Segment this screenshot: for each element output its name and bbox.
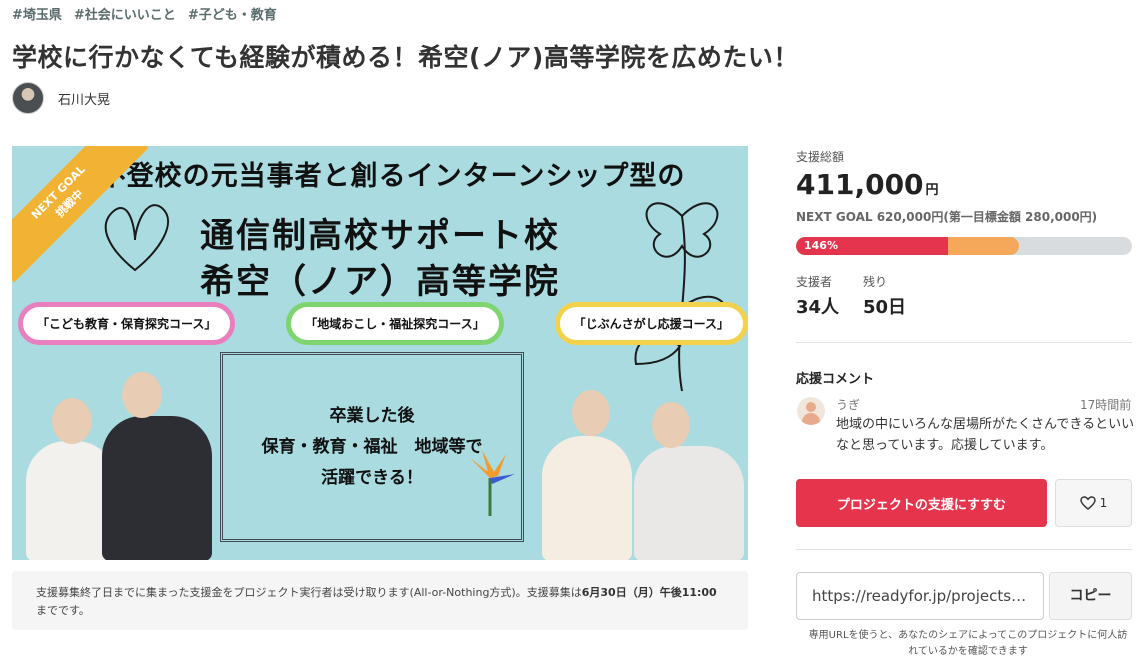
project-title: 学校に行かなくても経験が積める！希空(ノア)高等学院を広めたい！ [12,43,799,72]
notice-text-end: までです。 [36,604,90,617]
tag-list: #埼玉県 #社会にいいこと #子ども・教育 [12,4,277,23]
frame-line: 卒業した後 [329,405,415,426]
comments-title: 応援コメント [796,372,875,387]
funding-notice: 支援募集終了日までに集まった支援金をプロジェクト実行者は受け取ります(All-o… [12,571,748,630]
hero-headline: 不登校の元当事者と創るインターンシップ型の [98,161,686,192]
total-amount: 411,000 円 [796,168,939,201]
notice-text: 支援募集終了日までに集まった支援金をプロジェクト実行者は受け取ります(All-o… [36,586,582,599]
author[interactable]: 石川大晃 [12,82,110,114]
frame-line: 保育・教育・福祉 地域等で [261,436,483,457]
tag-link[interactable]: #埼玉県 [12,4,62,23]
remaining-days: 50日 [863,297,907,318]
author-name[interactable]: 石川大晃 [58,89,110,108]
next-goal-text: NEXT GOAL 620,000円(第一目標金額 280,000円) [796,210,1098,224]
total-amount-value: 411,000 [796,168,924,201]
comment-time: 17時間前 [1080,398,1132,412]
tag-link[interactable]: #社会にいいこと [74,4,176,23]
course-list: 「こども教育・保育探究コース」 「地域おこし・福祉探究コース」 「じぶんさがし応… [18,302,748,345]
copy-url-button[interactable]: コピー [1049,572,1132,620]
share-url-note: 専用URLを使うと、あなたのシェアによってこのプロジェクトに何人訪れているかを確… [808,630,1128,657]
course-pill: 「こども教育・保育探究コース」 [18,302,236,345]
heart-icon [1079,496,1096,510]
bird-of-paradise-icon [470,450,515,516]
progress-bar: 146% [796,237,1132,255]
hero-school-type: 通信制高校サポート校 [200,216,560,256]
notice-deadline: 6月30日（月）午後11:00 [581,586,717,599]
currency-unit: 円 [925,183,939,198]
divider [796,549,1132,550]
divider [796,342,1132,343]
hero-school-name: 希空（ノア）高等学院 [200,262,560,302]
share-url-field[interactable]: https://readyfor.jp/projects/... [796,572,1044,620]
commenter-avatar[interactable] [797,397,825,425]
frame-line: 活躍できる！ [321,467,423,488]
remaining-label: 残り [863,275,888,289]
avatar[interactable] [12,82,44,114]
course-pill: 「じぶんさがし応援コース」 [554,302,748,345]
tag-link[interactable]: #子ども・教育 [188,4,277,23]
supporters-label: 支援者 [796,275,833,289]
favorite-button[interactable]: 1 [1055,479,1132,527]
total-label: 支援総額 [796,150,845,164]
favorite-count: 1 [1099,496,1108,510]
course-pill: 「地域おこし・福祉探究コース」 [286,302,504,345]
comment-text: 地域の中にいろんな居場所がたくさんできるといいなと思っています。応援しています。 [836,417,1135,453]
support-project-button[interactable]: プロジェクトの支援にすすむ [796,479,1047,527]
commenter-name[interactable]: うぎ [836,396,860,413]
hero-image: NEXT GOAL 挑戦中 不登校の元当事者と創るインターンシップ型の 通信制高… [12,146,748,560]
progress-percent: 146% [804,239,838,252]
supporters-count: 34人 [796,297,840,318]
